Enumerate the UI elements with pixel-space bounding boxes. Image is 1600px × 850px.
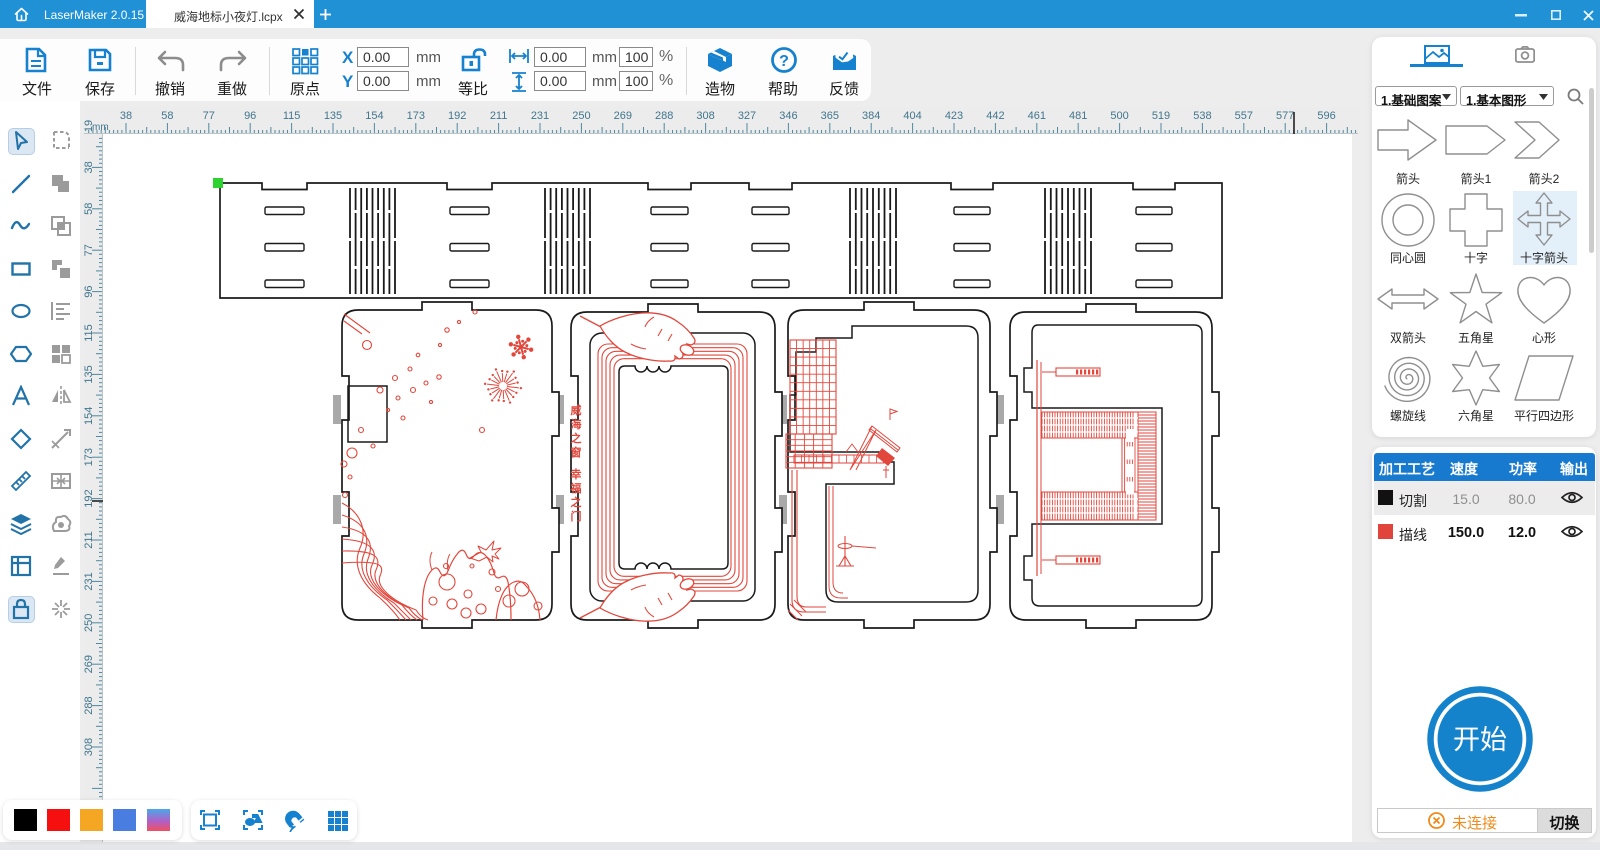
svg-text:500: 500 — [1110, 110, 1128, 122]
svg-text:384: 384 — [862, 110, 880, 122]
svg-text:327: 327 — [738, 110, 756, 122]
svg-text:404: 404 — [903, 110, 921, 122]
svg-text:365: 365 — [821, 110, 839, 122]
svg-text:154: 154 — [365, 110, 383, 122]
svg-text:115: 115 — [283, 110, 301, 122]
svg-text:423: 423 — [945, 110, 963, 122]
svg-text:596: 596 — [1317, 110, 1335, 122]
svg-text:211: 211 — [490, 110, 508, 122]
svg-text:250: 250 — [572, 110, 590, 122]
svg-text:96: 96 — [244, 110, 256, 122]
svg-text:308: 308 — [696, 110, 714, 122]
svg-text:231: 231 — [531, 110, 549, 122]
svg-text:519: 519 — [1152, 110, 1170, 122]
svg-text:之: 之 — [571, 495, 582, 509]
svg-text:442: 442 — [986, 110, 1004, 122]
svg-text:346: 346 — [779, 110, 797, 122]
svg-text:269: 269 — [614, 110, 632, 122]
svg-text:192: 192 — [448, 110, 466, 122]
svg-text:窗: 窗 — [571, 445, 582, 459]
svg-text:福: 福 — [570, 481, 582, 495]
svg-text:577: 577 — [1276, 110, 1294, 122]
svg-text:门: 门 — [571, 509, 582, 523]
svg-text:威: 威 — [571, 403, 582, 417]
svg-text:481: 481 — [1069, 110, 1087, 122]
svg-text:58: 58 — [161, 110, 173, 122]
svg-text:461: 461 — [1028, 110, 1046, 122]
svg-text:173: 173 — [407, 110, 425, 122]
svg-text:幸: 幸 — [571, 467, 582, 481]
svg-text:77: 77 — [203, 110, 215, 122]
svg-text:之: 之 — [571, 431, 582, 445]
svg-text:557: 557 — [1235, 110, 1253, 122]
svg-text:开始: 开始 — [1453, 725, 1507, 755]
svg-text:38: 38 — [120, 110, 132, 122]
svg-text:海: 海 — [571, 417, 582, 431]
svg-text:19: 19 — [83, 120, 95, 132]
svg-text:135: 135 — [324, 110, 342, 122]
svg-text:288: 288 — [655, 110, 673, 122]
svg-text:538: 538 — [1193, 110, 1211, 122]
